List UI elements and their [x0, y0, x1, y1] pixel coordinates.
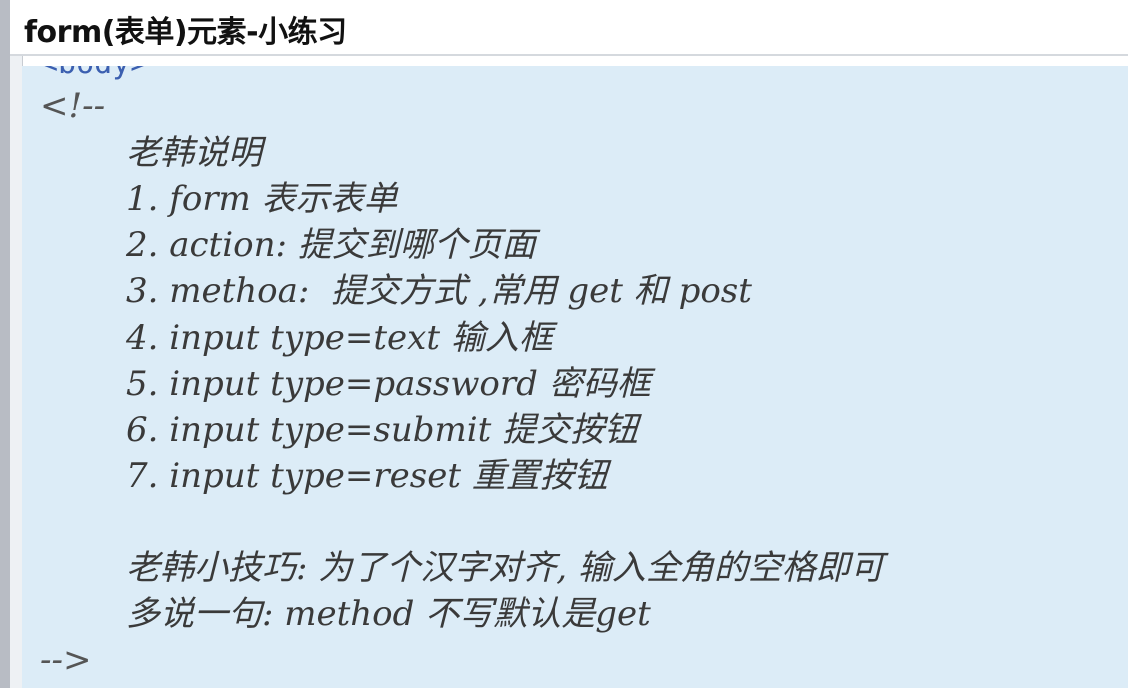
comment-open-line: <!-- [40, 86, 106, 126]
comment-close-line: --> [40, 640, 92, 680]
comment-heading-line: 老韩说明 [126, 133, 262, 173]
page-title: form(表单)元素-小练习 [24, 15, 347, 50]
comment-item-3: 3. methoa: 提交方式 ,常用 get 和 post [126, 271, 752, 311]
comment-tip-line: 老韩小技巧: 为了个汉字对齐, 输入全角的空格即可 [126, 548, 884, 588]
comment-item-6: 6. input type=submit 提交按钮 [126, 410, 639, 450]
code-editor[interactable]: <body> <!-- 老韩说明 1. form 表示表单 2. action:… [22, 66, 1128, 688]
comment-item-4: 4. input type=text 输入框 [126, 318, 553, 358]
body-tag-line: <body> [40, 66, 148, 84]
comment-item-5: 5. input type=password 密码框 [126, 364, 651, 404]
comment-item-7: 7. input type=reset 重置按钮 [126, 456, 608, 496]
comment-item-1: 1. form 表示表单 [126, 179, 398, 219]
screen: form(表单)元素-小练习 <body> <!-- 老韩说明 1. form … [0, 0, 1128, 688]
comment-note-line: 多说一句: method 不写默认是get [126, 594, 651, 634]
comment-item-2: 2. action: 提交到哪个页面 [126, 225, 536, 265]
title-bar: form(表单)元素-小练习 [10, 0, 1128, 56]
